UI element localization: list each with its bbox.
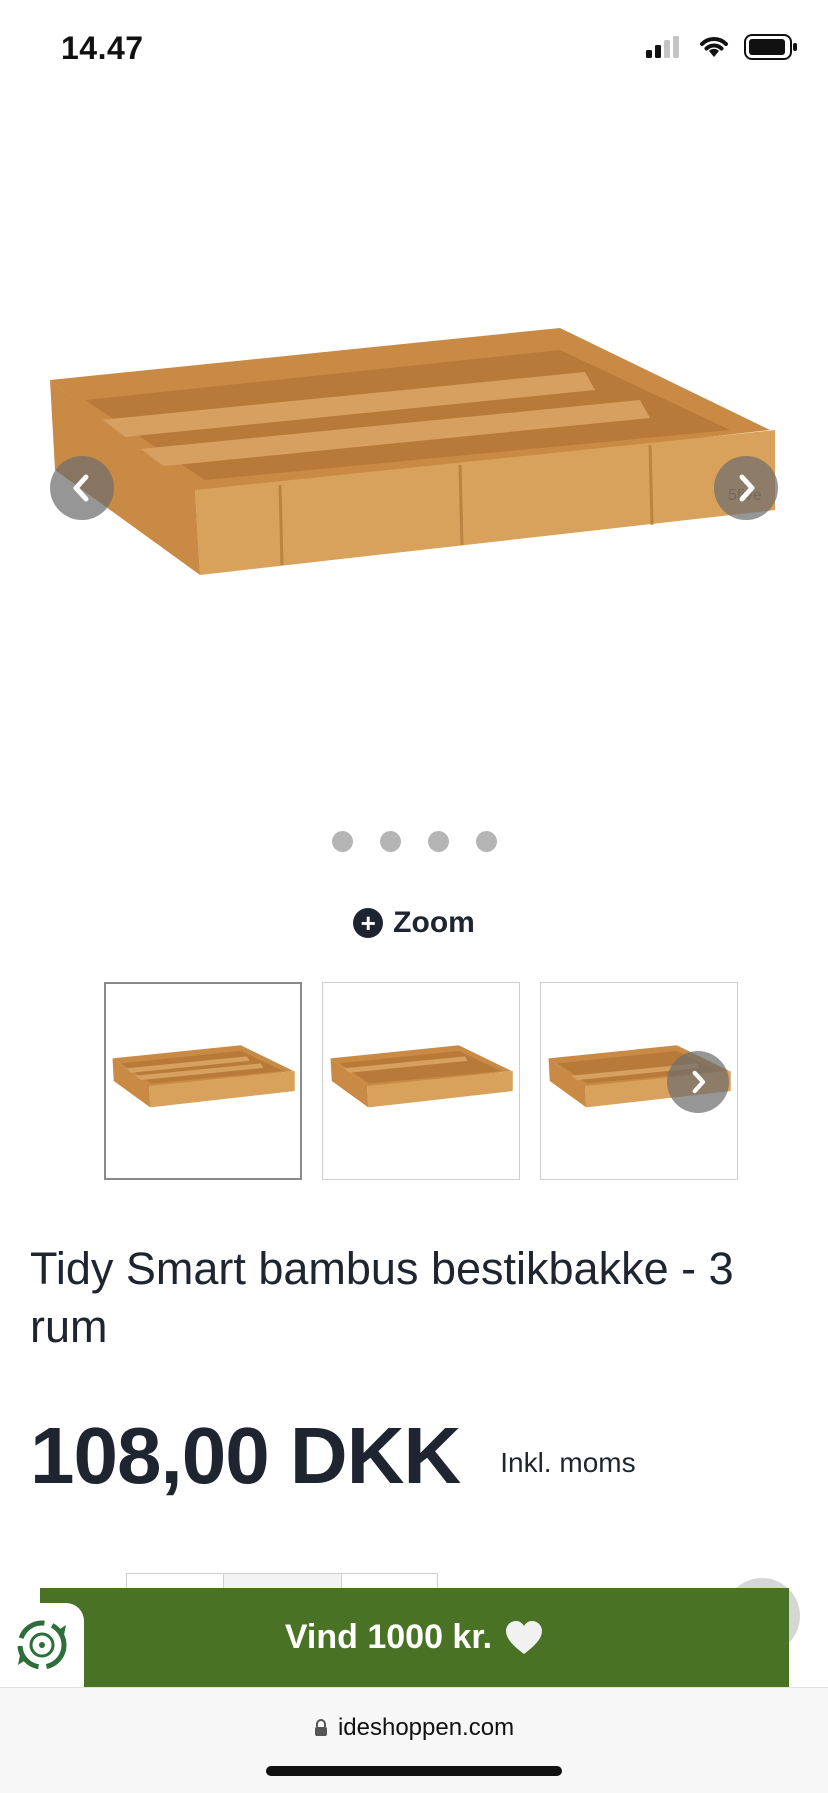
price-row: 108,00 DKK Inkl. moms bbox=[30, 1410, 636, 1502]
product-image: 5five bbox=[50, 328, 775, 575]
pagination-dot[interactable] bbox=[379, 831, 401, 852]
home-indicator[interactable] bbox=[266, 1766, 562, 1776]
thumbnail[interactable] bbox=[104, 982, 302, 1180]
chevron-right-icon bbox=[739, 474, 755, 502]
promo-banner[interactable]: Vind 1000 kr. bbox=[40, 1588, 789, 1687]
gallery-next-button[interactable] bbox=[714, 456, 778, 520]
recycle-badge[interactable] bbox=[0, 1603, 84, 1687]
thumbnail[interactable] bbox=[540, 982, 738, 1180]
status-bar: 14.47 bbox=[0, 0, 828, 100]
promo-label: Vind 1000 kr. bbox=[284, 1618, 493, 1656]
pagination-dot[interactable] bbox=[475, 831, 497, 852]
pagination-dot[interactable] bbox=[427, 831, 449, 852]
plus-circle-icon: + bbox=[353, 908, 384, 938]
pagination-dot[interactable] bbox=[331, 831, 353, 852]
thumbnail[interactable] bbox=[322, 982, 520, 1180]
lock-icon bbox=[314, 1719, 327, 1736]
zoom-label: Zoom bbox=[393, 906, 475, 939]
address-bar[interactable]: ideshoppen.com bbox=[0, 1714, 828, 1742]
url-text: ideshoppen.com bbox=[337, 1714, 515, 1741]
heart-icon bbox=[504, 1620, 544, 1656]
gallery-prev-button[interactable] bbox=[50, 456, 114, 520]
gallery-pagination bbox=[0, 831, 828, 852]
browser-bottom-bar: ideshoppen.com bbox=[0, 1687, 828, 1793]
thumbnail-image bbox=[330, 1045, 513, 1108]
battery-icon bbox=[744, 34, 798, 65]
chevron-left-icon bbox=[73, 474, 89, 502]
zoom-button[interactable]: + Zoom bbox=[0, 906, 828, 940]
thumbnail-image bbox=[112, 1045, 295, 1108]
status-icons bbox=[646, 34, 798, 65]
chevron-right-icon bbox=[692, 1070, 706, 1094]
recycle-icon bbox=[17, 1620, 67, 1670]
thumbnail-strip bbox=[104, 982, 738, 1180]
thumbnail-next-button[interactable] bbox=[667, 1051, 729, 1113]
product-title: Tidy Smart bambus bestikbakke - 3 rum bbox=[30, 1243, 734, 1352]
status-time: 14.47 bbox=[61, 30, 144, 66]
product-price: 108,00 DKK bbox=[30, 1411, 461, 1500]
tax-note: Inkl. moms bbox=[500, 1447, 636, 1478]
product-gallery[interactable]: 5five bbox=[0, 150, 828, 830]
signal-icon bbox=[646, 36, 684, 63]
wifi-icon bbox=[698, 35, 730, 64]
